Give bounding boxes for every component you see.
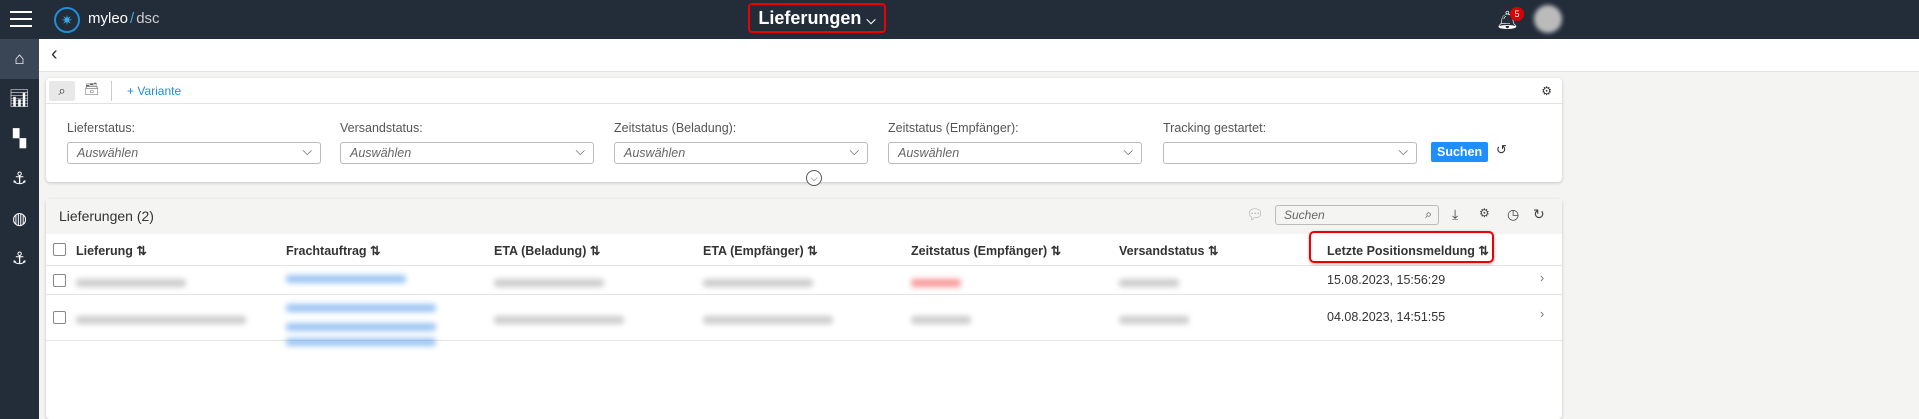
settings-icon[interactable]: ⚙ <box>1541 84 1552 98</box>
sidebar: ⌂ 📊︎ ▚ ⚓︎ ◍ ⚓︎ <box>0 39 39 419</box>
column-eta-beladung[interactable]: ETA (Beladung) ⇅ <box>494 243 600 258</box>
notification-badge: 5 <box>1510 7 1524 21</box>
filter-tracking: Tracking gestartet: <box>1163 121 1417 164</box>
redacted-link[interactable] <box>286 304 436 312</box>
home-icon[interactable]: ⌂ <box>0 39 39 79</box>
highlight-box <box>1309 231 1494 263</box>
brand-separator: / <box>130 10 135 27</box>
brand-app: dsc <box>136 10 160 27</box>
filter-versandstatus: Versandstatus: Auswählen <box>340 121 594 164</box>
search-icon: ⌕ <box>1425 207 1432 221</box>
filter-lieferstatus: Lieferstatus: Auswählen <box>67 121 321 164</box>
comment-icon[interactable]: 💬︎ <box>1246 206 1264 223</box>
back-icon[interactable]: ‹ <box>51 43 58 66</box>
brand-name: myleo <box>88 10 129 27</box>
menu-icon[interactable] <box>10 11 32 27</box>
select-all-checkbox[interactable] <box>53 243 66 256</box>
analytics-icon[interactable]: 📊︎ <box>0 79 39 119</box>
divider <box>111 81 112 101</box>
field-label: Versandstatus: <box>340 121 423 135</box>
brand[interactable]: myleo / dsc <box>88 10 160 27</box>
zeitstatus-empfaenger-select[interactable]: Auswählen <box>888 142 1142 164</box>
column-label: Frachtauftrag <box>286 244 367 258</box>
anchor-icon[interactable]: ⚓︎ <box>0 159 39 199</box>
redacted-text <box>703 279 813 287</box>
redacted-text <box>494 279 604 287</box>
settings-icon[interactable]: ⚙ <box>1479 206 1490 220</box>
tracking-select[interactable] <box>1163 142 1417 164</box>
page-title: Lieferungen <box>758 8 862 28</box>
redacted-text <box>911 279 961 287</box>
column-frachtauftrag[interactable]: Frachtauftrag ⇅ <box>286 243 381 258</box>
versandstatus-select[interactable]: Auswählen <box>340 142 594 164</box>
avatar[interactable] <box>1534 5 1562 33</box>
lieferstatus-select[interactable]: Auswählen <box>67 142 321 164</box>
redacted-text <box>911 316 971 324</box>
column-label: ETA (Beladung) <box>494 244 587 258</box>
field-label: Zeitstatus (Beladung): <box>614 121 737 135</box>
anchor-icon[interactable]: ⚓︎ <box>0 239 39 279</box>
row-checkbox[interactable] <box>53 274 66 287</box>
search-placeholder: Suchen <box>1284 208 1325 222</box>
table-row[interactable]: 04.08.2023, 14:51:55 › <box>46 295 1562 346</box>
sub-bar: ‹ <box>39 39 1919 72</box>
archive-icon[interactable]: 🗃︎ <box>84 82 99 96</box>
table-title: Lieferungen (2) <box>59 208 154 224</box>
chevron-right-icon[interactable]: › <box>1540 271 1544 285</box>
redacted-text <box>703 316 833 324</box>
last-position-cell: 15.08.2023, 15:56:29 <box>1327 273 1446 287</box>
chevron-down-icon: ⌵ <box>866 13 876 27</box>
redacted-text <box>494 316 624 324</box>
column-label: Zeitstatus (Empfänger) <box>911 244 1048 258</box>
redacted-text <box>76 316 246 324</box>
filter-zeitstatus-empfaenger: Zeitstatus (Empfänger): Auswählen <box>888 121 1142 164</box>
column-eta-empfaenger[interactable]: ETA (Empfänger) ⇅ <box>703 243 818 258</box>
table-search-input[interactable]: Suchen ⌕ <box>1275 205 1439 225</box>
download-icon[interactable]: ⤓ <box>1452 206 1458 223</box>
redacted-link[interactable] <box>286 338 436 346</box>
field-label: Zeitstatus (Empfänger): <box>888 121 1019 135</box>
zeitstatus-beladung-select[interactable]: Auswählen <box>614 142 868 164</box>
logo-icon: ✷ <box>54 7 80 33</box>
deliveries-table: Lieferungen (2) 💬︎ Suchen ⌕ ⤓ ⚙ ◷ ↻ Lieferun… <box>46 199 1562 419</box>
history-icon[interactable]: ◷ <box>1507 206 1519 223</box>
dashboard-icon[interactable]: ▚ <box>0 119 39 159</box>
table-row[interactable]: 15.08.2023, 15:56:29 › <box>46 266 1562 295</box>
filter-bar: ⌕ 🗃︎ + Variante ⚙ Lieferstatus: Auswählen… <box>46 78 1562 182</box>
redacted-text <box>76 279 186 287</box>
globe-icon[interactable]: ◍ <box>0 199 39 239</box>
expand-filter-icon[interactable]: ⌵ <box>806 170 822 186</box>
search-button[interactable]: Suchen <box>1431 142 1489 162</box>
filter-zeitstatus-beladung: Zeitstatus (Beladung): Auswählen <box>614 121 868 164</box>
redacted-link[interactable] <box>286 275 406 283</box>
field-label: Lieferstatus: <box>67 121 136 135</box>
search-icon[interactable]: ⌕ <box>49 81 75 101</box>
column-label: Versandstatus <box>1119 244 1205 258</box>
redacted-link[interactable] <box>286 323 436 331</box>
column-label: ETA (Empfänger) <box>703 244 804 258</box>
redacted-text <box>1119 316 1189 324</box>
column-label: Lieferung <box>76 244 133 258</box>
reset-icon[interactable]: ↺ <box>1496 142 1507 158</box>
refresh-icon[interactable]: ↻ <box>1533 206 1545 223</box>
page-title-dropdown[interactable]: Lieferungen ⌵ <box>748 3 886 33</box>
top-bar: ✷ myleo / dsc Lieferungen ⌵ 🔔︎ 5 <box>0 0 1919 39</box>
chevron-right-icon[interactable]: › <box>1540 307 1544 321</box>
column-versandstatus[interactable]: Versandstatus ⇅ <box>1119 243 1218 258</box>
add-variant-button[interactable]: + Variante <box>127 84 181 98</box>
last-position-cell: 04.08.2023, 14:51:55 <box>1327 310 1446 324</box>
field-label: Tracking gestartet: <box>1163 121 1267 135</box>
column-zeitstatus-empfaenger[interactable]: Zeitstatus (Empfänger) ⇅ <box>911 243 1061 258</box>
column-lieferung[interactable]: Lieferung ⇅ <box>76 243 147 258</box>
redacted-text <box>1119 279 1179 287</box>
row-checkbox[interactable] <box>53 311 66 324</box>
